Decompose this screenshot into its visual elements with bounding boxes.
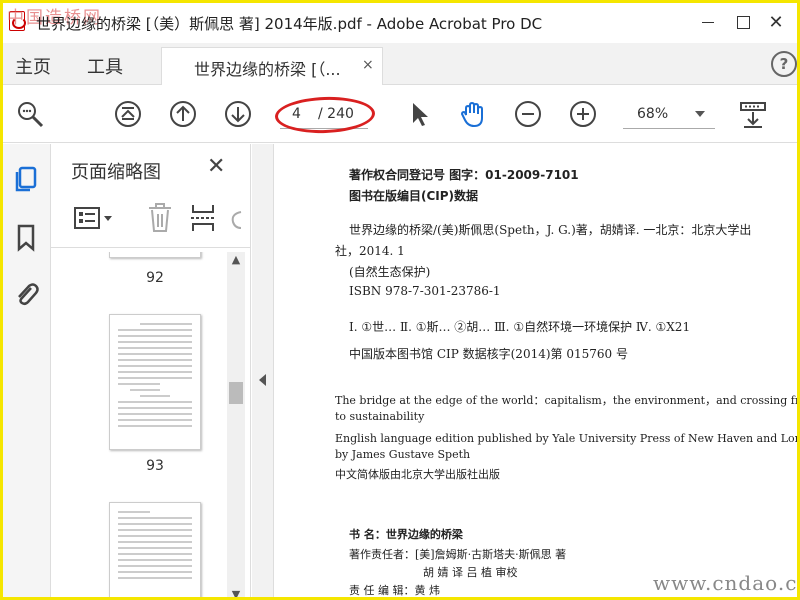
- next-page-icon[interactable]: [223, 99, 253, 129]
- tab-tools[interactable]: 工具: [87, 53, 123, 79]
- collapse-arrow-icon[interactable]: [259, 374, 266, 386]
- close-window-button[interactable]: ✕: [761, 9, 791, 35]
- trash-icon[interactable]: [147, 202, 173, 234]
- scroll-up-icon[interactable]: ▲: [230, 254, 242, 266]
- scroll-down-icon[interactable]: ▼: [230, 589, 242, 598]
- panel-collapse-strip[interactable]: [252, 144, 274, 597]
- site-url-watermark: www.cndao.com: [653, 571, 798, 595]
- select-cursor-icon[interactable]: [405, 99, 435, 129]
- options-menu-icon[interactable]: [73, 204, 117, 232]
- rotate-page-icon[interactable]: [229, 208, 243, 232]
- doc-line: 著作责任者：[美]詹姆斯·古斯塔夫·斯佩思 著: [349, 548, 567, 561]
- zoom-dropdown[interactable]: 68%: [623, 99, 715, 129]
- thumbnail-list: 92 93: [51, 252, 231, 597]
- first-page-icon[interactable]: [113, 99, 143, 129]
- help-icon[interactable]: ?: [771, 51, 797, 77]
- window-title: 世界边缘的桥梁 [（美）斯佩思 著] 2014年版.pdf - Adobe Ac…: [36, 15, 543, 33]
- close-panel-icon[interactable]: ✕: [207, 154, 225, 179]
- doc-line: 胡 婧 译 吕 植 审校: [423, 566, 518, 579]
- page-thumbnails-icon[interactable]: [11, 164, 41, 194]
- thumbnail-label: 93: [146, 458, 164, 474]
- page-thumbnail[interactable]: [109, 314, 201, 450]
- scroll-mode-icon[interactable]: [738, 99, 768, 129]
- doc-line: The bridge at the edge of the world：capi…: [335, 394, 797, 407]
- doc-line: English language edition published by Ya…: [335, 432, 797, 445]
- doc-line: 图书在版编目(CIP)数据: [349, 189, 479, 203]
- navigation-rail: [3, 144, 51, 597]
- zoom-out-icon[interactable]: [513, 99, 543, 129]
- hand-tool-icon[interactable]: [458, 99, 488, 129]
- document-page: 著作权合同登记号 图字：01-2009-7101 图书在版编目(CIP)数据 世…: [275, 144, 797, 597]
- doc-line: ISBN 978-7-301-23786-1: [349, 284, 501, 298]
- previous-page-icon[interactable]: [168, 99, 198, 129]
- minimize-button[interactable]: [693, 9, 723, 35]
- doc-line: 书 名：世界边缘的桥梁: [349, 528, 463, 541]
- tab-document-label: 世界边缘的桥梁 [（...: [194, 60, 341, 79]
- panel-title: 页面缩略图: [71, 162, 161, 183]
- thumbnail-panel: 页面缩略图 ✕ 92 93 ▲ ▼: [51, 144, 251, 598]
- tab-document[interactable]: 世界边缘的桥梁 [（... ×: [161, 47, 383, 85]
- panel-toolbar: [51, 192, 251, 248]
- doc-line: Ⅰ. ①世… Ⅱ. ①斯… ②胡… Ⅲ. ①自然环境一环境保护 Ⅳ. ①X21: [349, 320, 691, 334]
- doc-line: 社，2014. 1: [335, 244, 405, 258]
- bookmark-icon[interactable]: [11, 222, 41, 252]
- maximize-button[interactable]: [728, 9, 758, 35]
- doc-line: 责 任 编 辑：黄 炜: [349, 584, 440, 597]
- doc-line: by James Gustave Speth: [335, 448, 471, 461]
- thumbnail-label: 92: [146, 270, 164, 286]
- page-thumbnail[interactable]: [109, 252, 201, 258]
- chevron-down-icon: [695, 111, 705, 117]
- zoom-in-icon[interactable]: [568, 99, 598, 129]
- toolbar: 4 / 240 68%: [3, 85, 797, 143]
- page-thumbnail[interactable]: [109, 502, 201, 597]
- doc-line: 著作权合同登记号 图字：01-2009-7101: [349, 168, 579, 182]
- attachment-icon[interactable]: [11, 278, 41, 308]
- doc-line: 中文简体版由北京大学出版社出版: [335, 468, 500, 481]
- zoom-value: 68%: [637, 106, 669, 122]
- find-text-icon[interactable]: [15, 99, 45, 129]
- app-window: 中国造桥网 世界边缘的桥梁 [（美）斯佩思 著] 2014年版.pdf - Ad…: [0, 0, 800, 600]
- tab-home[interactable]: 主页: [15, 53, 51, 79]
- insert-page-icon[interactable]: [189, 202, 217, 234]
- thumbnail-scrollbar[interactable]: ▲ ▼: [227, 252, 245, 598]
- tab-bar: 主页 工具 世界边缘的桥梁 [（... × ?: [3, 43, 797, 85]
- title-bar: 中国造桥网 世界边缘的桥梁 [（美）斯佩思 著] 2014年版.pdf - Ad…: [3, 3, 797, 43]
- close-tab-icon[interactable]: ×: [362, 57, 374, 73]
- doc-line: 中国版本图书馆 CIP 数据核字(2014)第 015760 号: [349, 347, 628, 361]
- doc-line: (自然生态保护): [349, 265, 431, 279]
- doc-line: to sustainability: [335, 410, 425, 423]
- scrollbar-thumb[interactable]: [229, 382, 243, 404]
- doc-line: 世界边缘的桥梁/(美)斯佩思(Speth，J. G.)著，胡婧译. 一北京：北京…: [349, 223, 752, 237]
